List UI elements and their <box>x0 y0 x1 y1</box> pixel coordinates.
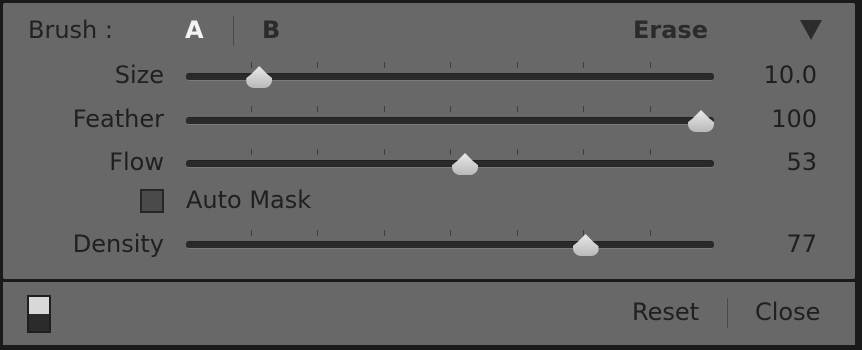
slider-tick <box>516 149 518 155</box>
slider-tick <box>383 149 385 155</box>
slider-tick <box>383 230 385 236</box>
slider-tick <box>450 230 451 236</box>
feather-slider[interactable] <box>184 106 716 136</box>
slider-track[interactable] <box>186 241 714 249</box>
slider-tick <box>317 62 318 68</box>
slider-tick <box>250 62 252 68</box>
slider-thumb[interactable] <box>572 234 599 256</box>
size-slider[interactable] <box>184 62 716 92</box>
slider-tick <box>516 106 518 112</box>
density-value[interactable]: 77 <box>707 232 817 256</box>
slider-thumb[interactable] <box>452 153 479 175</box>
slider-tick <box>583 149 584 155</box>
slider-track[interactable] <box>186 117 714 125</box>
density-slider[interactable] <box>184 230 716 260</box>
slider-tick <box>450 106 451 112</box>
close-button[interactable]: Close <box>755 300 820 324</box>
brush-option-divider <box>233 16 234 46</box>
auto-mask-checkbox[interactable] <box>140 189 164 213</box>
slider-tick <box>583 230 584 236</box>
slider-tick <box>649 230 651 236</box>
size-label: Size <box>114 61 164 89</box>
slider-track[interactable] <box>186 160 714 168</box>
flow-slider[interactable] <box>184 149 716 179</box>
size-value[interactable]: 10.0 <box>707 63 817 87</box>
brush-label: Brush : <box>28 16 113 44</box>
slider-tick <box>250 106 252 112</box>
feather-label: Feather <box>72 105 164 133</box>
slider-tick <box>516 230 518 236</box>
slider-tick <box>649 106 651 112</box>
density-label: Density <box>72 230 164 258</box>
footer-divider <box>727 298 728 328</box>
slider-tick <box>317 106 318 112</box>
slider-tick <box>250 149 252 155</box>
brush-a-button[interactable]: A <box>185 18 204 42</box>
slider-tick <box>450 62 451 68</box>
slider-tick <box>383 62 385 68</box>
slider-tick <box>450 149 451 155</box>
flow-label: Flow <box>109 148 164 176</box>
slider-tick <box>317 230 318 236</box>
flow-value[interactable]: 53 <box>707 150 817 174</box>
slider-tick <box>649 62 651 68</box>
slider-tick <box>250 230 252 236</box>
slider-thumb[interactable] <box>246 66 273 88</box>
erase-button[interactable]: Erase <box>633 18 708 42</box>
brush-b-button[interactable]: B <box>262 18 280 42</box>
auto-mask-label: Auto Mask <box>186 186 312 214</box>
slider-tick <box>516 62 518 68</box>
triangle-down-icon[interactable] <box>800 20 822 40</box>
slider-tick <box>649 149 651 155</box>
panel-switch-icon[interactable] <box>27 295 51 333</box>
feather-value[interactable]: 100 <box>707 107 817 131</box>
slider-tick <box>383 106 385 112</box>
slider-tick <box>583 62 584 68</box>
reset-button[interactable]: Reset <box>632 300 699 324</box>
slider-tick <box>317 149 318 155</box>
slider-tick <box>583 106 584 112</box>
